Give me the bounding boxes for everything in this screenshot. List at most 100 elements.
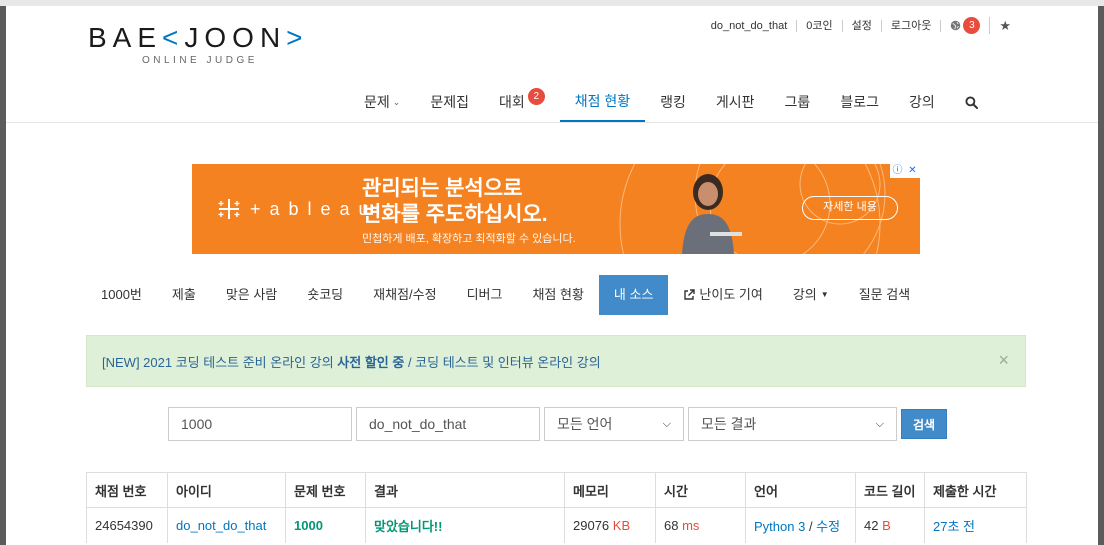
subnav-difficulty-label: 난이도 기여 xyxy=(699,287,763,302)
chevron-down-icon: ⌵ xyxy=(875,417,884,430)
logo-subtitle: ONLINE JUDGE xyxy=(142,55,258,66)
nav-board[interactable]: 게시판 xyxy=(701,82,770,122)
caret-down-icon: ▼ xyxy=(820,290,829,299)
search-button[interactable]: 검색 xyxy=(901,409,948,439)
problem-link[interactable]: 1000 xyxy=(285,507,366,543)
memory-unit: KB xyxy=(612,517,631,533)
subnav-lecture[interactable]: 강의 ▼ xyxy=(778,275,844,315)
ad-choices[interactable]: ⓘ ✕ xyxy=(890,164,920,178)
subnav-solved-users[interactable]: 맞은 사람 xyxy=(211,275,292,315)
logo-bracket-left: < xyxy=(162,22,185,53)
logo-text-right: JOON xyxy=(184,22,287,53)
contest-badge: 2 xyxy=(527,87,545,105)
site-logo[interactable]: BAE < JOON > ONLINE JUDGE xyxy=(88,22,309,66)
memory-cell: 29076 KB xyxy=(564,507,656,543)
submission-id: 24654390 xyxy=(86,507,168,543)
ad-headline: 관리되는 분석으로 변화를 주도하십시오. xyxy=(362,176,548,228)
nav-contest[interactable]: 대회 2 xyxy=(484,82,560,122)
result-select-value: 모든 결과 xyxy=(701,416,757,432)
subnav-submit[interactable]: 제출 xyxy=(157,275,211,315)
col-code-length: 코드 길이 xyxy=(855,472,925,508)
col-problem: 문제 번호 xyxy=(285,472,366,508)
nav-contest-label: 대회 xyxy=(498,94,525,110)
col-time: 시간 xyxy=(655,472,746,508)
external-link-icon xyxy=(684,289,696,300)
problem-subnav: 1000번 제출 맞은 사람 숏코딩 재채점/수정 디버그 채점 현황 내 소스… xyxy=(86,275,925,315)
status-filter-form: 1000 do_not_do_that 모든 언어 ⌵ 모든 결과 ⌵ 검색 xyxy=(168,407,948,441)
chevron-down-icon: ⌵ xyxy=(662,417,671,430)
tableau-logo: + a b l e a u xyxy=(216,196,371,222)
search-icon xyxy=(965,95,978,109)
nav-status-label: 채점 현황 xyxy=(574,93,631,109)
col-user: 아이디 xyxy=(167,472,286,508)
promo-link[interactable]: [NEW] 2021 코딩 테스트 준비 온라인 강의 사전 할인 중 / 코딩… xyxy=(102,352,601,371)
status-table: 채점 번호 아이디 문제 번호 결과 메모리 시간 언어 코드 길이 제출한 시… xyxy=(86,472,1027,543)
col-language: 언어 xyxy=(745,472,856,508)
language-cell: Python 3 / 수정 xyxy=(745,507,856,543)
subnav-question-search[interactable]: 질문 검색 xyxy=(844,275,925,315)
problem-id-input[interactable]: 1000 xyxy=(168,407,352,441)
submitted-time-link[interactable]: 27초 전 xyxy=(924,507,1027,543)
notifications-button[interactable]: 3 xyxy=(941,17,991,34)
promo-link-bold[interactable]: 사전 할인 중 xyxy=(337,355,404,370)
promo-link-text-2[interactable]: / 코딩 테스트 및 인터뷰 온라인 강의 xyxy=(408,355,601,370)
page: BAE < JOON > ONLINE JUDGE do_not_do_that 0코… xyxy=(6,6,1098,545)
logo-wordmark: BAE < JOON > xyxy=(88,22,309,54)
settings-link[interactable]: 설정 xyxy=(843,19,882,32)
col-memory: 메모리 xyxy=(564,472,656,508)
nav-status[interactable]: 채점 현황 xyxy=(559,82,646,122)
memory-value: 29076 xyxy=(573,517,610,533)
username-link[interactable]: do_not_do_that xyxy=(702,19,798,32)
subnav-rejudge[interactable]: 재채점/수정 xyxy=(358,275,451,315)
subnav-short-coding[interactable]: 숏코딩 xyxy=(292,275,358,315)
col-submission-id: 채점 번호 xyxy=(86,472,168,508)
language-link[interactable]: Python 3 xyxy=(754,519,805,534)
user-link[interactable]: do_not_do_that xyxy=(167,507,286,543)
subnav-lecture-label: 강의 xyxy=(792,287,817,302)
user-id-input[interactable]: do_not_do_that xyxy=(356,407,540,441)
nav-problems-label: 문제 xyxy=(364,94,390,110)
globe-icon xyxy=(951,20,961,31)
promo-link-text-1[interactable]: [NEW] 2021 코딩 테스트 준비 온라인 강의 xyxy=(102,355,334,370)
language-select[interactable]: 모든 언어 ⌵ xyxy=(544,407,684,441)
logo-bracket-right: > xyxy=(286,22,309,53)
nav-lecture-label: 강의 xyxy=(908,94,935,110)
ad-banner[interactable]: + a b l e a u 관리되는 분석으로 변화를 주도하십시오. 민첩하게… xyxy=(192,164,920,254)
col-submitted-time: 제출한 시간 xyxy=(924,472,1027,508)
ad-info-icon[interactable]: ⓘ xyxy=(890,164,905,178)
subnav-debug[interactable]: 디버그 xyxy=(452,275,518,315)
length-value: 42 xyxy=(864,517,879,533)
nav-group[interactable]: 그룹 xyxy=(770,82,826,122)
alert-close-button[interactable]: × xyxy=(998,350,1009,371)
ad-learn-more-button[interactable]: 자세한 내용 xyxy=(802,196,898,220)
result-select[interactable]: 모든 결과 ⌵ xyxy=(688,407,897,441)
col-result: 결과 xyxy=(365,472,565,508)
tableau-wordmark: + a b l e a u xyxy=(250,198,371,219)
nav-ranking[interactable]: 랭킹 xyxy=(645,82,701,122)
star-icon[interactable]: ★ xyxy=(990,19,1020,32)
nav-problems[interactable]: 문제 ⌄ xyxy=(349,82,415,122)
edit-link[interactable]: 수정 xyxy=(816,519,840,534)
nav-search[interactable] xyxy=(950,82,993,122)
tableau-mark-icon xyxy=(218,199,240,219)
subnav-status[interactable]: 채점 현황 xyxy=(517,275,598,315)
promo-alert: [NEW] 2021 코딩 테스트 준비 온라인 강의 사전 할인 중 / 코딩… xyxy=(86,335,1026,387)
nav-workbook-label: 문제집 xyxy=(430,94,469,110)
nav-blog[interactable]: 블로그 xyxy=(825,82,894,122)
logout-link[interactable]: 로그아웃 xyxy=(882,19,942,32)
subnav-my-source[interactable]: 내 소스 xyxy=(598,275,669,315)
length-cell: 42 B xyxy=(855,507,925,543)
main-nav: 문제 ⌄ 문제집 대회 2 채점 현황 랭킹 게시판 그룹 블로그 강의 xyxy=(349,82,993,122)
nav-group-label: 그룹 xyxy=(784,94,811,110)
ad-person-image xyxy=(682,174,742,254)
nav-ranking-label: 랭킹 xyxy=(660,94,686,110)
coins-link[interactable]: 0코인 xyxy=(797,19,843,32)
table-row: 24654390 do_not_do_that 1000 맞았습니다!! 290… xyxy=(86,507,1027,543)
nav-workbook[interactable]: 문제집 xyxy=(415,82,484,122)
subnav-difficulty[interactable]: 난이도 기여 xyxy=(668,275,777,315)
time-value: 68 xyxy=(664,517,679,533)
ad-close-icon[interactable]: ✕ xyxy=(905,164,920,178)
chevron-down-icon: ⌄ xyxy=(392,97,401,107)
subnav-problem[interactable]: 1000번 xyxy=(86,275,157,315)
nav-lecture[interactable]: 강의 xyxy=(894,82,950,122)
